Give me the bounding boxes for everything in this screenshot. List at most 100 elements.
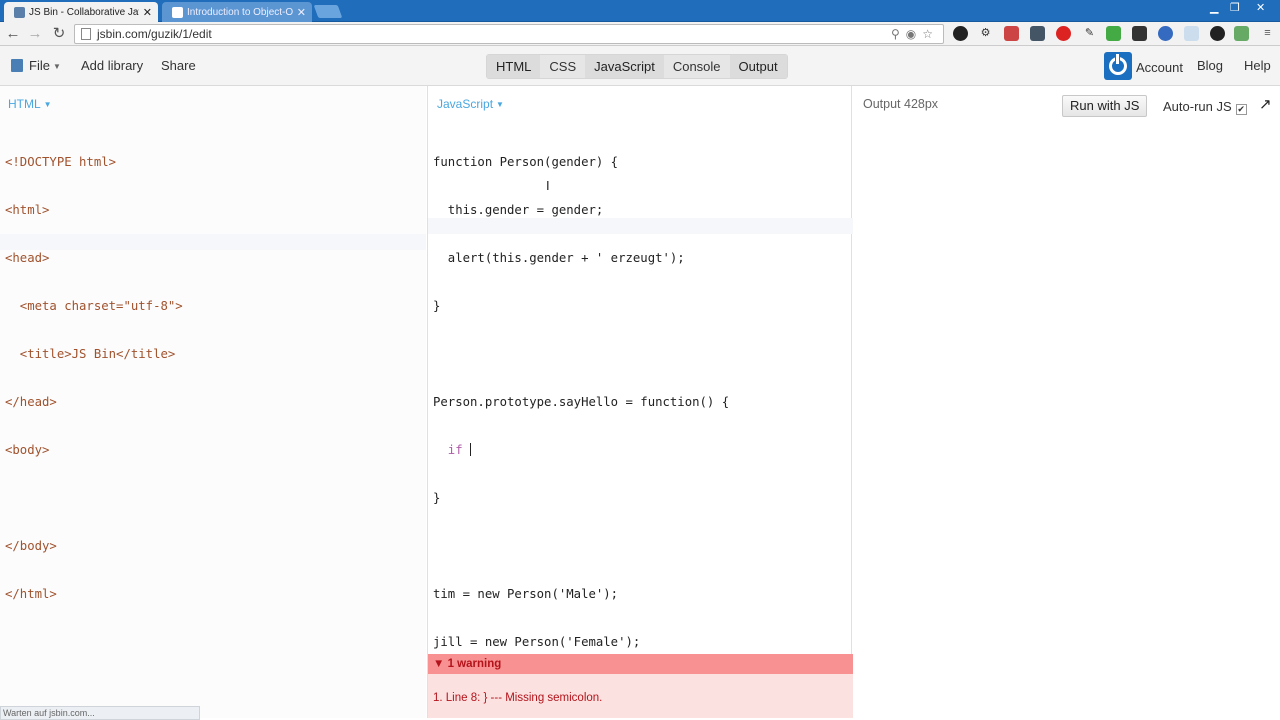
translate-icon[interactable]: ◉ bbox=[906, 27, 922, 41]
add-library-button[interactable]: Add library bbox=[81, 58, 143, 73]
run-with-js-button[interactable]: Run with JS bbox=[1062, 95, 1148, 117]
jsbin-toolbar: File ▼ Add library Share HTML CSS JavaScr… bbox=[0, 46, 1280, 86]
warning-header[interactable]: ▼ 1 warning bbox=[428, 654, 853, 674]
output-size-label: Output 428px bbox=[863, 97, 939, 111]
extension-icon[interactable] bbox=[1234, 26, 1249, 41]
tab-javascript[interactable]: JavaScript bbox=[585, 55, 664, 78]
html-editor-panel[interactable]: HTML ▼ <!DOCTYPE html> <html> <head> <met… bbox=[0, 86, 426, 718]
address-bar[interactable]: jsbin.com/guzik/1/edit ⚲◉☆ bbox=[74, 24, 944, 44]
auto-run-label: Auto-run JS bbox=[1163, 99, 1232, 114]
mouse-ibeam-icon: I bbox=[546, 178, 550, 193]
extension-icon[interactable] bbox=[1106, 26, 1121, 41]
popout-arrow-icon[interactable]: ↗ bbox=[1259, 95, 1272, 113]
warning-details: 1. Line 8: } --- Missing semicolon. bbox=[428, 674, 853, 718]
panel-toggle-group: HTML CSS JavaScript Console Output bbox=[486, 54, 788, 79]
extension-icon[interactable] bbox=[1158, 26, 1173, 41]
code-text: <body> bbox=[5, 443, 50, 457]
extension-icon[interactable] bbox=[1030, 26, 1045, 41]
share-button[interactable]: Share bbox=[161, 58, 196, 73]
extension-icon[interactable] bbox=[1132, 26, 1147, 41]
page-favicon-icon bbox=[172, 6, 183, 18]
file-menu-label: File bbox=[29, 58, 50, 73]
code-line: this.gender = gender; bbox=[433, 202, 729, 218]
chevron-down-icon: ▼ bbox=[496, 100, 504, 109]
code-line: <meta charset="utf-8"> bbox=[5, 298, 183, 314]
back-icon[interactable]: ← bbox=[4, 25, 22, 43]
code-line: </body> bbox=[5, 538, 183, 554]
forward-icon[interactable]: → bbox=[26, 25, 44, 43]
code-line: <title>JS Bin</title> bbox=[5, 346, 183, 362]
close-window-icon[interactable]: ✕ bbox=[1256, 1, 1265, 14]
chevron-down-icon: ▼ bbox=[52, 62, 61, 71]
new-tab-button[interactable] bbox=[313, 5, 343, 18]
code-line: <!DOCTYPE html> bbox=[5, 154, 183, 170]
url-text: jsbin.com/guzik/1/edit bbox=[97, 27, 212, 41]
code-text: function Person(gender) { bbox=[433, 155, 619, 169]
chevron-down-icon: ▼ bbox=[43, 100, 52, 109]
chrome-menu-icon[interactable]: ≡ bbox=[1260, 26, 1275, 41]
blog-link[interactable]: Blog bbox=[1197, 58, 1223, 73]
omnibox-icons[interactable]: ⚲◉☆ bbox=[891, 27, 939, 41]
code-text: tim = new Person('Male'); bbox=[433, 587, 619, 601]
warning-count: 1 warning bbox=[447, 658, 502, 670]
close-tab-icon[interactable]: ✕ bbox=[143, 6, 152, 19]
extension-icon[interactable]: ✎ bbox=[1082, 26, 1097, 41]
file-menu[interactable]: File ▼ bbox=[11, 58, 61, 73]
javascript-editor-panel[interactable]: JavaScript ▼ function Person(gender) { th… bbox=[427, 86, 853, 718]
account-button[interactable]: Account bbox=[1136, 60, 1183, 75]
warning-message: 1. Line 8: } --- Missing semicolon. bbox=[433, 692, 603, 704]
auto-run-toggle[interactable]: Auto-run JS ✔ bbox=[1163, 99, 1247, 115]
code-text: if bbox=[433, 443, 471, 457]
code-line: alert(this.gender + ' erzeugt'); bbox=[433, 250, 729, 266]
code-text: <meta charset="utf-8"> bbox=[5, 299, 183, 313]
browser-tab-intro[interactable]: Introduction to Object-O ✕ bbox=[162, 2, 312, 22]
html-panel-label[interactable]: HTML ▼ bbox=[8, 97, 52, 111]
auto-run-checkbox[interactable]: ✔ bbox=[1235, 104, 1247, 115]
code-text: </body> bbox=[5, 539, 57, 553]
extension-icon[interactable] bbox=[1184, 26, 1199, 41]
code-text: } bbox=[433, 491, 441, 505]
page-icon bbox=[81, 28, 91, 40]
code-line: } bbox=[433, 298, 729, 314]
tab-css[interactable]: CSS bbox=[540, 55, 585, 78]
browser-navbar: ← → ↻ jsbin.com/guzik/1/edit ⚲◉☆ ⚙ ✎ ≡ bbox=[0, 22, 1280, 46]
extension-icon[interactable] bbox=[1210, 26, 1225, 41]
reload-icon[interactable]: ↻ bbox=[50, 25, 68, 43]
code-text: this.gender = gender; bbox=[433, 203, 604, 217]
code-line: Person.prototype.sayHello = function() { bbox=[433, 394, 729, 410]
code-line: <html> bbox=[5, 202, 183, 218]
minimize-icon[interactable]: ▁ bbox=[1210, 1, 1218, 14]
code-line: } bbox=[433, 490, 729, 506]
code-line: tim = new Person('Male'); bbox=[433, 586, 729, 602]
text-cursor bbox=[470, 443, 472, 456]
html-panel-label-text: HTML bbox=[8, 97, 41, 111]
help-link[interactable]: Help bbox=[1244, 58, 1271, 73]
output-panel[interactable]: Output 428px Run with JS Auto-run JS ✔ ↗ bbox=[853, 86, 1280, 718]
javascript-code[interactable]: function Person(gender) { this.gender = … bbox=[433, 122, 729, 682]
star-icon[interactable]: ☆ bbox=[922, 27, 939, 41]
code-line: <body> bbox=[5, 442, 183, 458]
extension-icon[interactable] bbox=[953, 26, 968, 41]
code-line: function Person(gender) { bbox=[433, 154, 729, 170]
search-icon[interactable]: ⚲ bbox=[891, 27, 906, 41]
jsbin-logo-icon[interactable] bbox=[1104, 52, 1132, 80]
tab-output[interactable]: Output bbox=[729, 55, 787, 78]
extension-icon[interactable] bbox=[1056, 26, 1071, 41]
tab-console[interactable]: Console bbox=[664, 55, 730, 78]
close-tab-icon[interactable]: ✕ bbox=[297, 6, 306, 19]
js-panel-label-text: JavaScript bbox=[437, 97, 494, 111]
extension-icon[interactable] bbox=[1004, 26, 1019, 41]
code-text: Person.prototype.sayHello = function() { bbox=[433, 395, 730, 409]
code-text: </head> bbox=[5, 395, 57, 409]
maximize-icon[interactable]: ❐ bbox=[1230, 1, 1240, 14]
html-code[interactable]: <!DOCTYPE html> <html> <head> <meta char… bbox=[5, 122, 183, 634]
js-panel-label[interactable]: JavaScript ▼ bbox=[437, 97, 504, 111]
code-text: } bbox=[433, 299, 441, 313]
code-text: </html> bbox=[5, 587, 57, 601]
browser-tab-jsbin[interactable]: JS Bin - Collaborative Java ✕ bbox=[4, 2, 158, 22]
gear-icon[interactable]: ⚙ bbox=[978, 26, 993, 41]
browser-tab-strip: JS Bin - Collaborative Java ✕ Introducti… bbox=[0, 0, 1280, 22]
tab-html[interactable]: HTML bbox=[487, 55, 541, 78]
